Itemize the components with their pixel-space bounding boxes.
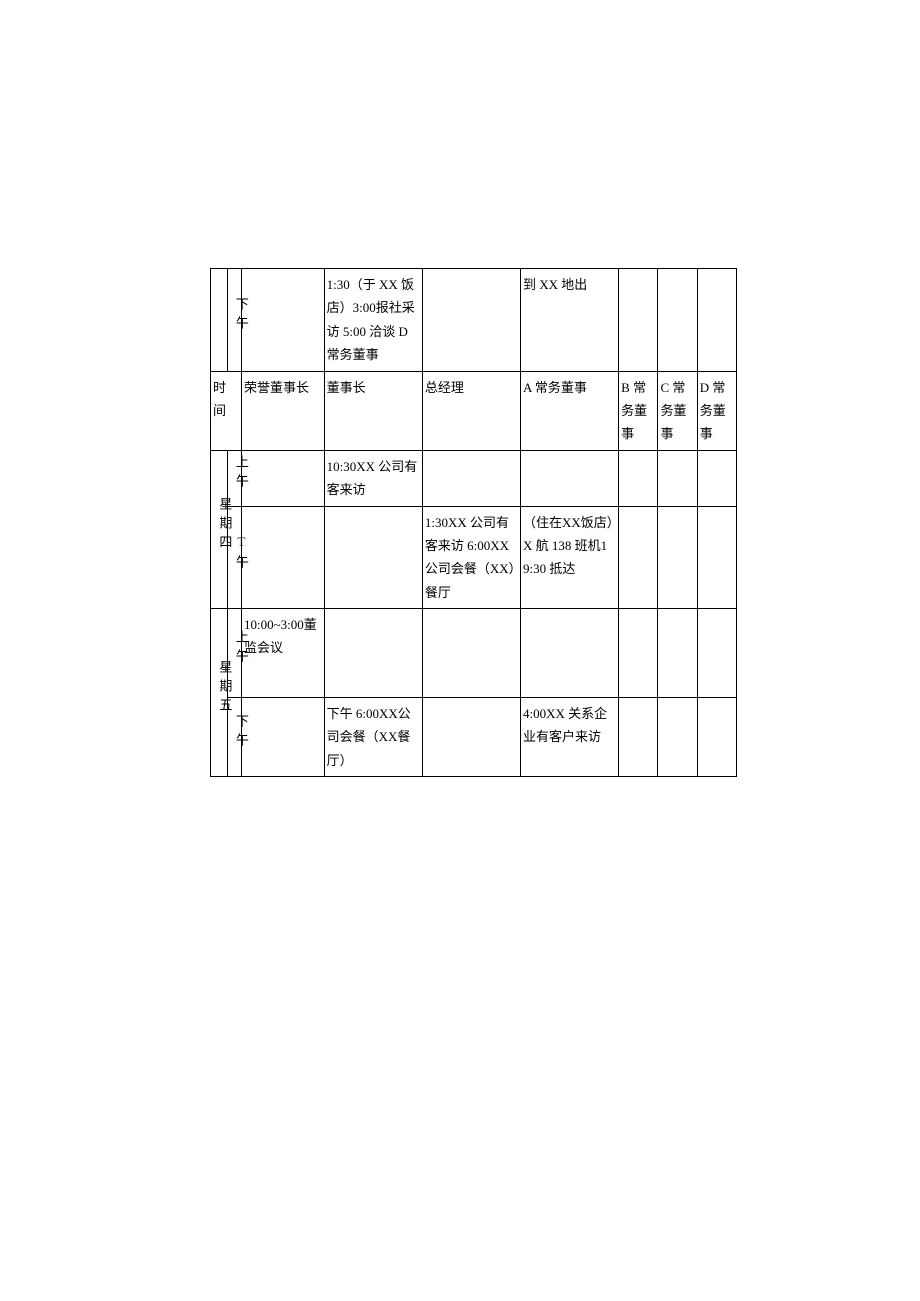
header-honorary: 荣誉董事长 bbox=[241, 371, 324, 450]
cell-c bbox=[658, 506, 697, 609]
header-chairman: 董事长 bbox=[324, 371, 422, 450]
cell-text: 下午 6:00XX公司会餐（XX餐厅） bbox=[327, 706, 411, 768]
cell-gm bbox=[422, 450, 520, 506]
header-c: C 常务董事 bbox=[658, 371, 697, 450]
cell-d bbox=[697, 609, 736, 698]
cell-honorary bbox=[241, 450, 324, 506]
table-header-row: 时间 荣誉董事长 董事长 总经理 A 常务董事 B 常务董事 C bbox=[211, 371, 737, 450]
cell-gm bbox=[422, 269, 520, 372]
cell-honorary bbox=[241, 506, 324, 609]
cell-a: （住在XX饭店）X 航 138 班机19:30 抵达 bbox=[521, 506, 619, 609]
cell-d bbox=[697, 450, 736, 506]
table-row: 下午 下午 6:00XX公司会餐（XX餐厅） 4:00XX 关系企业有客户来访 bbox=[211, 698, 737, 777]
table-row: 下午 1:30（于 XX 饭店）3:00报社采访 5:00 洽谈 D常务董事 到… bbox=[211, 269, 737, 372]
cell-d bbox=[697, 269, 736, 372]
period-cell: 上午 bbox=[227, 450, 241, 506]
cell-b bbox=[619, 506, 658, 609]
cell-c bbox=[658, 450, 697, 506]
period-label: 下午 bbox=[230, 297, 253, 335]
cell-gm bbox=[422, 698, 520, 777]
cell-text: （住在XX饭店）X 航 138 班机19:30 抵达 bbox=[523, 515, 613, 577]
cell-b bbox=[619, 698, 658, 777]
cell-text: 10:30XX 公司有客来访 bbox=[327, 459, 418, 497]
cell-b bbox=[619, 269, 658, 372]
cell-text: 4:00XX 关系企业有客户来访 bbox=[523, 706, 607, 744]
header-d: D 常务董事 bbox=[697, 371, 736, 450]
cell-gm bbox=[422, 609, 520, 698]
header-label: 董事长 bbox=[327, 380, 366, 395]
header-label: 总经理 bbox=[425, 380, 464, 395]
cell-a: 4:00XX 关系企业有客户来访 bbox=[521, 698, 619, 777]
day-thursday: 星期四 bbox=[211, 450, 228, 608]
header-label: D 常务董事 bbox=[700, 380, 726, 442]
header-label: 时间 bbox=[213, 380, 226, 418]
cell-honorary bbox=[241, 269, 324, 372]
header-label: C 常务董事 bbox=[660, 380, 686, 442]
header-time: 时间 bbox=[211, 371, 242, 450]
table-row: 星期五 上午 10:00~3:00董监会议 bbox=[211, 609, 737, 698]
table-row: 星期四 上午 10:30XX 公司有客来访 bbox=[211, 450, 737, 506]
cell-chairman bbox=[324, 506, 422, 609]
cell-a bbox=[521, 609, 619, 698]
cell-d bbox=[697, 698, 736, 777]
cell-honorary bbox=[241, 698, 324, 777]
cell-c bbox=[658, 609, 697, 698]
header-a: A 常务董事 bbox=[521, 371, 619, 450]
table-row: T午 1:30XX 公司有客来访 6:00XX 公司会餐（XX）餐厅 （住在XX… bbox=[211, 506, 737, 609]
cell-chairman: 10:30XX 公司有客来访 bbox=[324, 450, 422, 506]
cell-chairman: 下午 6:00XX公司会餐（XX餐厅） bbox=[324, 698, 422, 777]
header-label: 荣誉董事长 bbox=[244, 380, 309, 395]
cell-d bbox=[697, 506, 736, 609]
period-label: T午 bbox=[230, 534, 253, 574]
cell-gm: 1:30XX 公司有客来访 6:00XX 公司会餐（XX）餐厅 bbox=[422, 506, 520, 609]
period-label: 上午 bbox=[230, 455, 253, 493]
header-gm: 总经理 bbox=[422, 371, 520, 450]
header-label: A 常务董事 bbox=[523, 380, 587, 395]
cell-chairman bbox=[324, 609, 422, 698]
header-label: B 常务董事 bbox=[621, 380, 647, 442]
day-cell bbox=[211, 269, 228, 372]
cell-text: 1:30（于 XX 饭店）3:00报社采访 5:00 洽谈 D常务董事 bbox=[327, 277, 415, 362]
cell-a bbox=[521, 450, 619, 506]
period-cell: 下午 bbox=[227, 269, 241, 372]
cell-chairman: 1:30（于 XX 饭店）3:00报社采访 5:00 洽谈 D常务董事 bbox=[324, 269, 422, 372]
cell-b bbox=[619, 609, 658, 698]
cell-b bbox=[619, 450, 658, 506]
cell-text: 1:30XX 公司有客来访 6:00XX 公司会餐（XX）餐厅 bbox=[425, 515, 515, 600]
cell-a: 到 XX 地出 bbox=[521, 269, 619, 372]
cell-c bbox=[658, 269, 697, 372]
header-b: B 常务董事 bbox=[619, 371, 658, 450]
cell-text: 10:00~3:00董监会议 bbox=[244, 617, 317, 655]
period-label: 下午 bbox=[230, 714, 253, 752]
day-friday: 星期五 bbox=[211, 609, 228, 777]
cell-text: 到 XX 地出 bbox=[523, 277, 587, 292]
cell-c bbox=[658, 698, 697, 777]
cell-honorary: 10:00~3:00董监会议 bbox=[241, 609, 324, 698]
schedule-table: 下午 1:30（于 XX 饭店）3:00报社采访 5:00 洽谈 D常务董事 到… bbox=[210, 268, 737, 777]
